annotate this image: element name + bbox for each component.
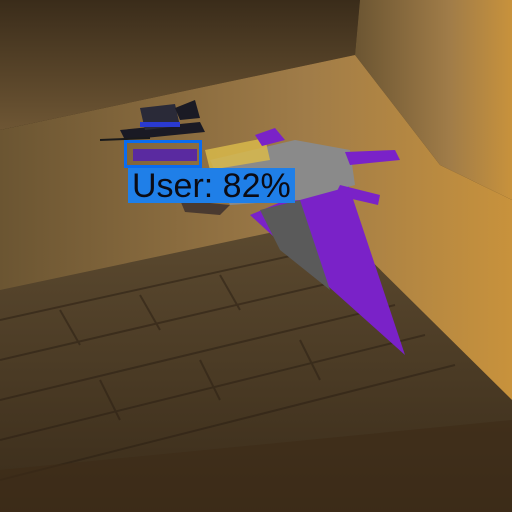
game-viewport: User: 82% [0,0,512,512]
detection-label: User: 82% [128,168,295,203]
dungeon-scene [0,0,512,512]
detection-box [124,140,202,168]
detection-box-fill [133,149,197,161]
